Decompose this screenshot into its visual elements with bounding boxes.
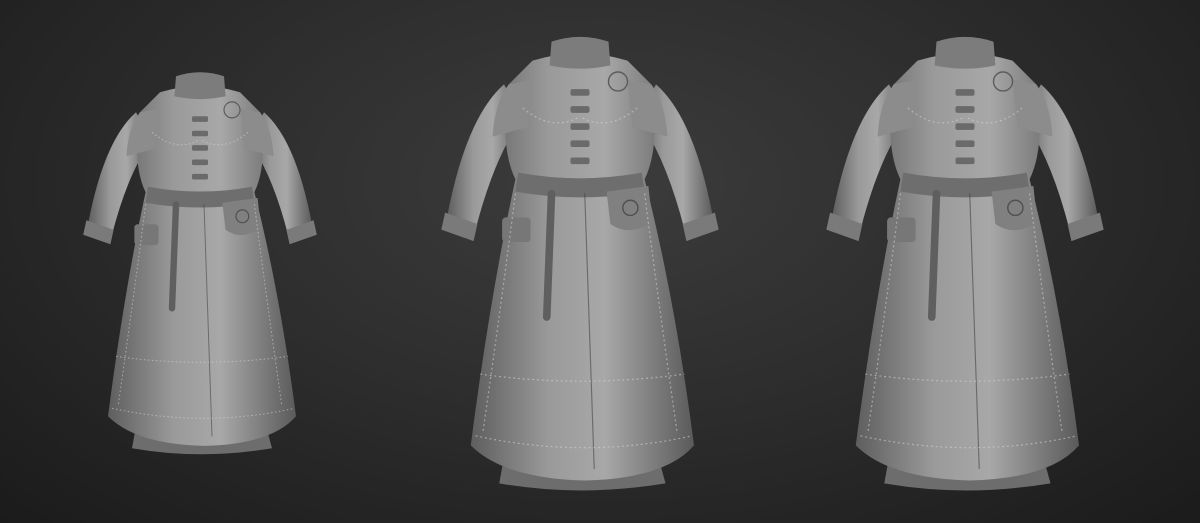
closure-strap bbox=[570, 89, 590, 96]
closure-strap bbox=[955, 106, 975, 113]
small-pouch bbox=[502, 217, 531, 243]
closure-strap bbox=[570, 157, 590, 165]
closure-strap bbox=[570, 140, 590, 148]
hanging-strap bbox=[927, 189, 941, 321]
belt-pouch bbox=[991, 185, 1038, 231]
hanging-strap bbox=[168, 201, 180, 312]
closure-strap bbox=[955, 89, 975, 96]
collar bbox=[549, 36, 611, 69]
small-pouch bbox=[887, 217, 916, 243]
belt-pouch bbox=[606, 185, 653, 231]
closure-strap bbox=[570, 123, 590, 130]
closure-strap bbox=[570, 106, 590, 113]
belt-pouch bbox=[222, 197, 261, 236]
closure-strap bbox=[955, 140, 975, 148]
render-viewport bbox=[0, 0, 1200, 523]
closure-strap bbox=[192, 116, 208, 122]
hanging-strap bbox=[542, 189, 556, 321]
closure-strap bbox=[192, 173, 208, 180]
closure-strap bbox=[955, 123, 975, 130]
garment-three-quarter-view bbox=[83, 72, 317, 455]
collar bbox=[174, 72, 226, 100]
closure-strap bbox=[955, 157, 975, 165]
closure-strap bbox=[192, 159, 208, 166]
garment-front-view bbox=[441, 36, 719, 491]
collar bbox=[934, 36, 996, 69]
closure-strap bbox=[192, 130, 208, 137]
closure-strap bbox=[192, 145, 208, 151]
small-pouch bbox=[134, 224, 159, 246]
garment-front-right-view bbox=[826, 36, 1104, 491]
